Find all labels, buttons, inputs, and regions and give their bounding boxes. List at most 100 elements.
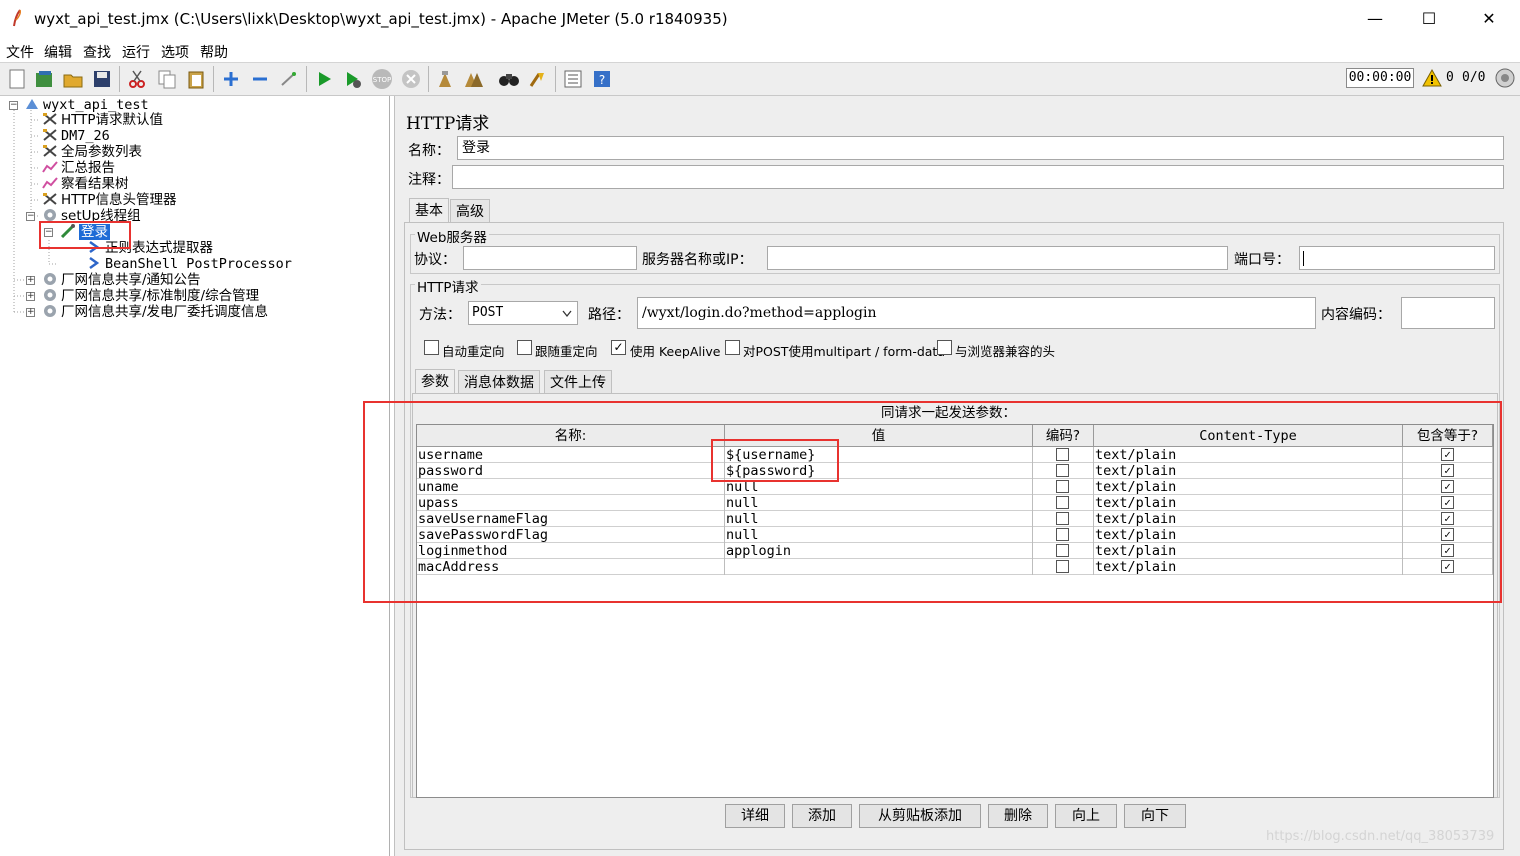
paste-icon[interactable] (185, 68, 207, 90)
menu-file[interactable]: 文件 (6, 42, 34, 62)
name-input[interactable]: 登录 (457, 136, 1504, 160)
encoding-input[interactable] (1401, 297, 1495, 329)
thread-count: 0/0 (1462, 70, 1486, 85)
tree-item-standards[interactable]: 厂网信息共享/标准制度/综合管理 (42, 288, 259, 304)
page-title: HTTP请求 (406, 114, 490, 134)
tree-item-beanshell[interactable]: BeanShell PostProcessor (86, 256, 292, 272)
menu-options[interactable]: 选项 (161, 42, 189, 62)
gear-icon (44, 209, 56, 221)
highlight-box-variables (711, 439, 839, 482)
tree-expand-toggle[interactable]: + (26, 276, 35, 285)
path-input[interactable]: /wyxt/login.do?method=applogin (637, 297, 1316, 329)
toolbar-separator (306, 66, 307, 92)
tree-expand-toggle[interactable]: + (26, 308, 35, 317)
menu-help[interactable]: 帮助 (200, 42, 228, 62)
move-down-button[interactable]: 向下 (1124, 804, 1186, 828)
toolbar-separator (428, 66, 429, 92)
tree-item-results-tree[interactable]: 察看结果树 (42, 176, 129, 192)
detail-button[interactable]: 详细 (725, 804, 785, 828)
multipart-checkbox[interactable] (725, 340, 740, 355)
comment-input[interactable] (452, 165, 1504, 189)
server-input[interactable] (767, 246, 1228, 270)
stop-icon[interactable]: STOP (371, 68, 393, 90)
add-button[interactable]: 添加 (792, 804, 852, 828)
gear-icon (44, 273, 56, 285)
warning-icon[interactable] (1422, 68, 1442, 88)
delete-button[interactable]: 删除 (988, 804, 1048, 828)
copy-icon[interactable] (156, 68, 178, 90)
clear-all-icon[interactable] (463, 68, 485, 90)
gear-icon (44, 305, 56, 317)
start-no-pauses-icon[interactable] (342, 68, 364, 90)
toolbar-separator (119, 66, 120, 92)
method-select[interactable]: POST (468, 301, 578, 325)
collapse-icon[interactable] (249, 68, 271, 90)
start-icon[interactable] (313, 68, 335, 90)
save-icon[interactable] (91, 68, 113, 90)
window-title: wyxt_api_test.jmx (C:\Users\lixk\Desktop… (34, 10, 728, 28)
tree-item-dispatch[interactable]: 厂网信息共享/发电厂委托调度信息 (42, 304, 268, 320)
help-icon[interactable]: ? (591, 68, 613, 90)
search-icon[interactable] (498, 68, 520, 90)
tree-item-label: HTTP请求默认值 (61, 112, 164, 128)
tree-expand-toggle[interactable]: + (26, 292, 35, 301)
tree-item-global-params[interactable]: 全局参数列表 (42, 144, 142, 160)
auto-redirect-checkbox[interactable] (424, 340, 439, 355)
method-label: 方法： (419, 307, 461, 323)
test-plan-icon (26, 99, 38, 109)
menu-search[interactable]: 查找 (83, 42, 111, 62)
tab-file-upload[interactable]: 文件上传 (544, 370, 612, 394)
server-label: 服务器名称或IP： (642, 252, 753, 268)
toggle-icon[interactable] (278, 68, 300, 90)
follow-redirect-checkbox[interactable] (517, 340, 532, 355)
menu-run[interactable]: 运行 (122, 42, 150, 62)
text-caret (1303, 251, 1304, 266)
move-up-button[interactable]: 向上 (1055, 804, 1117, 828)
reset-search-icon[interactable] (527, 68, 549, 90)
port-input[interactable] (1299, 246, 1495, 270)
tree-root[interactable]: wyxt_api_test (24, 97, 149, 113)
tab-body-data[interactable]: 消息体数据 (458, 370, 540, 394)
tree-item-header-manager[interactable]: HTTP信息头管理器 (42, 192, 177, 208)
menu-edit[interactable]: 编辑 (44, 42, 72, 62)
function-helper-icon[interactable] (562, 68, 584, 90)
cut-icon[interactable] (126, 68, 148, 90)
protocol-label: 协议： (414, 252, 456, 268)
browser-headers-checkbox[interactable] (937, 340, 952, 355)
test-plan-tree: − wyxt_api_test HTTP请求默认值 DM7_26 全局参数列表 … (0, 96, 390, 856)
close-button[interactable]: ✕ (1466, 4, 1512, 34)
listener-chart-icon (42, 161, 58, 173)
toolbar-separator (555, 66, 556, 92)
port-label: 端口号： (1234, 252, 1290, 268)
tree-collapse-toggle[interactable]: − (9, 101, 18, 110)
tree-item-dm7[interactable]: DM7_26 (42, 128, 110, 144)
tree-item-label: BeanShell PostProcessor (105, 256, 292, 272)
highlight-box-parameters (363, 401, 1502, 603)
config-tools-icon (43, 113, 57, 125)
tree-collapse-toggle[interactable]: − (26, 212, 35, 221)
elapsed-timer: 00:00:00 (1346, 68, 1414, 88)
open-icon[interactable] (62, 68, 84, 90)
tab-basic[interactable]: 基本 (409, 198, 449, 222)
tree-item-label: 厂网信息共享/通知公告 (61, 272, 201, 288)
clear-icon[interactable] (434, 68, 456, 90)
maximize-button[interactable]: ☐ (1406, 4, 1452, 34)
tab-advanced[interactable]: 高级 (450, 199, 490, 223)
browser-headers-label: 与浏览器兼容的头 (955, 344, 1056, 359)
new-icon[interactable] (6, 68, 28, 90)
tree-item-notice[interactable]: 厂网信息共享/通知公告 (42, 272, 201, 288)
chevron-down-icon (562, 310, 572, 318)
auto-redirect-label: 自动重定向 (442, 344, 505, 359)
tab-parameters[interactable]: 参数 (415, 369, 455, 393)
encoding-label: 内容编码： (1321, 307, 1391, 323)
minimize-button[interactable]: — (1352, 4, 1398, 34)
method-value: POST (472, 305, 504, 320)
protocol-input[interactable] (463, 246, 637, 270)
expand-icon[interactable] (220, 68, 242, 90)
tree-item-http-defaults[interactable]: HTTP请求默认值 (42, 112, 163, 128)
templates-icon[interactable] (33, 68, 55, 90)
keepalive-checkbox[interactable]: ✓ (611, 340, 626, 355)
shutdown-icon[interactable] (400, 68, 422, 90)
tree-item-summary-report[interactable]: 汇总报告 (42, 160, 115, 176)
add-from-clipboard-button[interactable]: 从剪贴板添加 (859, 804, 981, 828)
